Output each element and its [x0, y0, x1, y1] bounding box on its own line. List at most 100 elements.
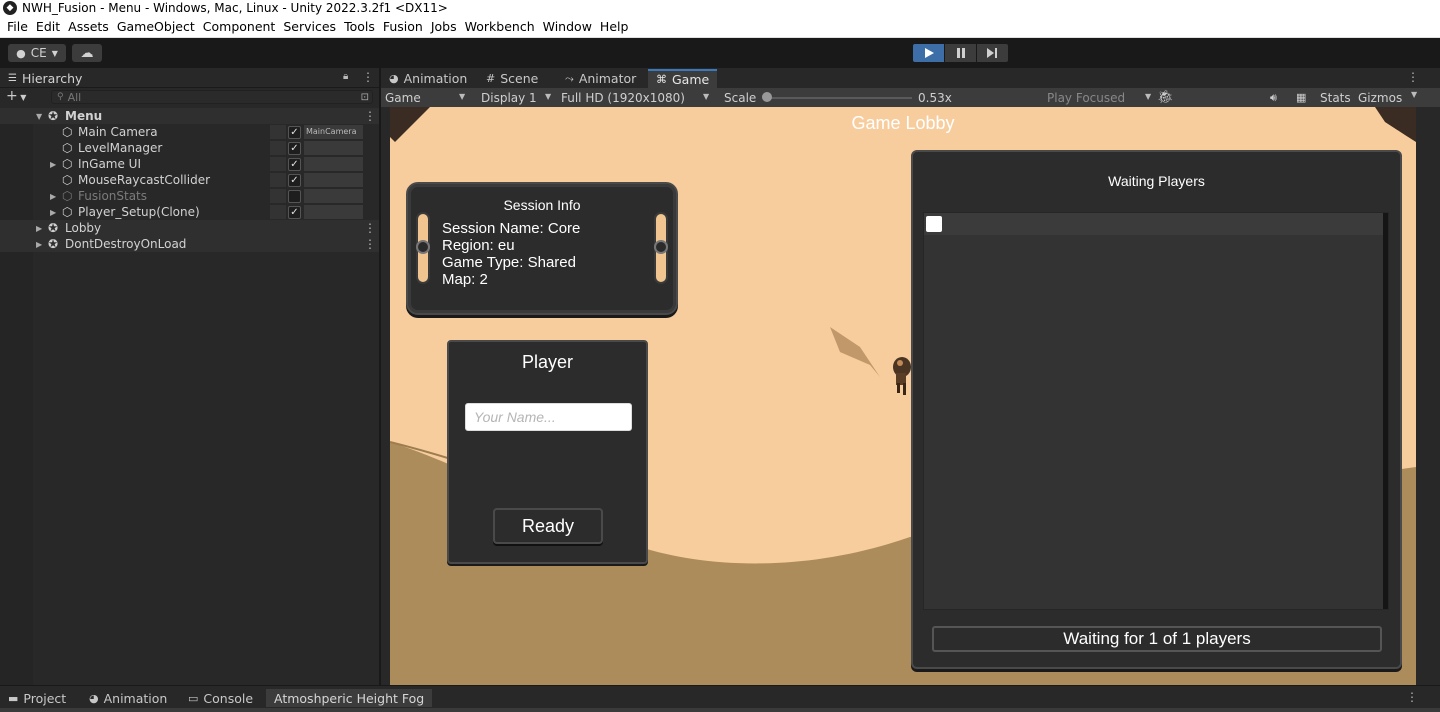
visibility-toggle[interactable]	[270, 189, 286, 203]
display-dropdown[interactable]: Display 1 ▼	[481, 90, 556, 105]
hierarchy-row-label: Main Camera	[78, 125, 158, 139]
display-mode-dropdown[interactable]: Game ▼	[385, 90, 471, 105]
visibility-toggle[interactable]	[270, 205, 286, 219]
scale-slider-handle[interactable]	[762, 92, 772, 102]
tab-animator[interactable]: ⤳ Animator	[557, 69, 644, 88]
gizmos-button[interactable]: Gizmos	[1358, 90, 1418, 105]
hierarchy-scene-row[interactable]: ▼ ✪ Menu ⋮	[0, 108, 379, 124]
list-scrollbar[interactable]	[1383, 213, 1388, 609]
kebab-menu-icon[interactable]: ⋮	[1407, 70, 1419, 84]
game-viewport[interactable]: Game Lobby Session Info Session Name: Co…	[390, 107, 1416, 685]
search-filter-icon[interactable]: ⊡	[361, 92, 369, 103]
hierarchy-row-label: MouseRaycastCollider	[78, 173, 211, 187]
step-button[interactable]	[977, 44, 1008, 62]
visibility-toggle[interactable]	[270, 141, 286, 155]
active-checkbox[interactable]: ✓	[288, 206, 301, 219]
cloud-button[interactable]: ☁	[72, 44, 102, 62]
add-object-button[interactable]: + ▼	[6, 88, 26, 104]
ready-button[interactable]: Ready	[493, 508, 603, 544]
scene-grid-icon: #	[486, 72, 496, 85]
bug-icon[interactable]: 🐞︎	[1157, 90, 1174, 105]
hierarchy-scene-row[interactable]: ▶ ✪ Lobby ⋮	[0, 220, 379, 236]
display-label: Display 1	[481, 90, 537, 105]
visibility-toggle[interactable]	[270, 173, 286, 187]
play-button[interactable]	[913, 44, 944, 62]
expand-arrow-icon[interactable]: ▶	[50, 208, 56, 217]
waiting-players-list[interactable]	[923, 212, 1389, 610]
tab-atmospheric-height-fog[interactable]: Atmoshperic Height Fog	[266, 689, 433, 707]
hierarchy-scene-row[interactable]: ▶ ✪ DontDestroyOnLoad ⋮	[0, 236, 379, 252]
unity-scene-icon: ✪	[48, 109, 59, 123]
expand-arrow-icon[interactable]: ▶	[36, 240, 42, 249]
search-placeholder: All	[67, 90, 82, 104]
hierarchy-row[interactable]: ▶ ⬡ Player_Setup(Clone) ✓	[0, 204, 379, 220]
kebab-menu-icon[interactable]: ⋮	[364, 109, 376, 123]
menu-services[interactable]: Services	[279, 19, 340, 34]
menu-jobs[interactable]: Jobs	[427, 19, 461, 34]
display-mode-label: Game	[385, 90, 421, 105]
console-icon: ▭	[188, 691, 199, 705]
keyboard-shortcuts-icon[interactable]: ▦	[1296, 90, 1306, 105]
pause-button[interactable]	[945, 44, 976, 62]
menu-tools[interactable]: Tools	[340, 19, 379, 34]
active-checkbox[interactable]: ✓	[288, 174, 301, 187]
tab-label: Project	[23, 690, 67, 706]
active-checkbox[interactable]	[288, 190, 301, 203]
expand-arrow-icon[interactable]: ▼	[36, 112, 42, 121]
waiting-players-panel: Waiting Players Waiting for 1 of 1 playe…	[911, 150, 1402, 669]
play-mode-dropdown[interactable]: Play Focused ▼	[1047, 90, 1157, 105]
player-name-input[interactable]	[465, 403, 632, 431]
hierarchy-row[interactable]: ▶ ⬡ FusionStats	[0, 188, 379, 204]
tab-console[interactable]: ▭ Console	[180, 689, 261, 707]
hierarchy-row[interactable]: ⬡ Main Camera ✓ MainCamera	[0, 124, 379, 140]
menu-component[interactable]: Component	[199, 19, 280, 34]
session-name: Session Name: Core	[442, 220, 581, 237]
active-checkbox[interactable]: ✓	[288, 158, 301, 171]
hierarchy-row[interactable]: ▶ ⬡ InGame UI ✓	[0, 156, 379, 172]
tab-animation[interactable]: ◕ Animation	[381, 69, 475, 88]
menu-help[interactable]: Help	[596, 19, 633, 34]
tab-scene[interactable]: # Scene	[478, 69, 546, 88]
kebab-menu-icon[interactable]: ⋮	[1406, 690, 1418, 704]
hierarchy-row-label: DontDestroyOnLoad	[65, 237, 187, 251]
menu-gameobject[interactable]: GameObject	[113, 19, 199, 34]
expand-arrow-icon[interactable]: ▶	[50, 160, 56, 169]
hierarchy-row[interactable]: ⬡ LevelManager ✓	[0, 140, 379, 156]
folder-icon: ▬	[8, 691, 19, 705]
tab-project[interactable]: ▬ Project	[0, 689, 74, 707]
panel-bolt-icon	[416, 240, 430, 254]
visibility-toggle[interactable]	[270, 125, 286, 139]
scale-label: Scale	[724, 90, 757, 105]
session-map: Map: 2	[442, 271, 488, 288]
kebab-menu-icon[interactable]: ⋮	[364, 237, 376, 251]
menu-workbench[interactable]: Workbench	[461, 19, 539, 34]
hierarchy-search-input[interactable]: ⚲ All ⊡	[51, 90, 373, 104]
resolution-dropdown[interactable]: Full HD (1920x1080) ▼	[561, 90, 714, 105]
lock-icon[interactable]: 🔒︎	[343, 71, 348, 82]
bottom-tab-bar: ▬ Project ◕ Animation ▭ Console Atmoshpe…	[0, 685, 1440, 712]
active-checkbox[interactable]: ✓	[288, 126, 301, 139]
menu-fusion[interactable]: Fusion	[379, 19, 427, 34]
menu-window[interactable]: Window	[539, 19, 596, 34]
expand-arrow-icon[interactable]: ▶	[50, 192, 56, 201]
account-dropdown[interactable]: ● CE ▼	[8, 44, 66, 62]
tab-animation-bottom[interactable]: ◕ Animation	[81, 689, 175, 707]
kebab-menu-icon[interactable]: ⋮	[364, 221, 376, 235]
menu-file[interactable]: File	[3, 19, 32, 34]
tab-hierarchy[interactable]: ☰ Hierarchy	[0, 69, 90, 88]
visibility-toggle[interactable]	[270, 157, 286, 171]
animation-icon: ◕	[89, 691, 99, 705]
tab-game[interactable]: ⌘ Game	[648, 69, 718, 88]
audio-mute-icon[interactable]: 🔊︎	[1270, 90, 1277, 105]
hierarchy-row[interactable]: ⬡ MouseRaycastCollider ✓	[0, 172, 379, 188]
chevron-down-icon[interactable]: ▼	[1411, 90, 1417, 99]
stats-button[interactable]: Stats	[1320, 90, 1351, 105]
menu-assets[interactable]: Assets	[64, 19, 113, 34]
menu-edit[interactable]: Edit	[32, 19, 64, 34]
scale-slider-track[interactable]	[767, 97, 912, 99]
chevron-down-icon: ▼	[51, 48, 58, 58]
kebab-menu-icon[interactable]: ⋮	[362, 70, 374, 84]
active-checkbox[interactable]: ✓	[288, 142, 301, 155]
hierarchy-panel: ☰ Hierarchy 🔒︎ ⋮ + ▼ ⚲ All ⊡ ▼ ✪ Menu ⋮ …	[0, 68, 379, 685]
expand-arrow-icon[interactable]: ▶	[36, 224, 42, 233]
